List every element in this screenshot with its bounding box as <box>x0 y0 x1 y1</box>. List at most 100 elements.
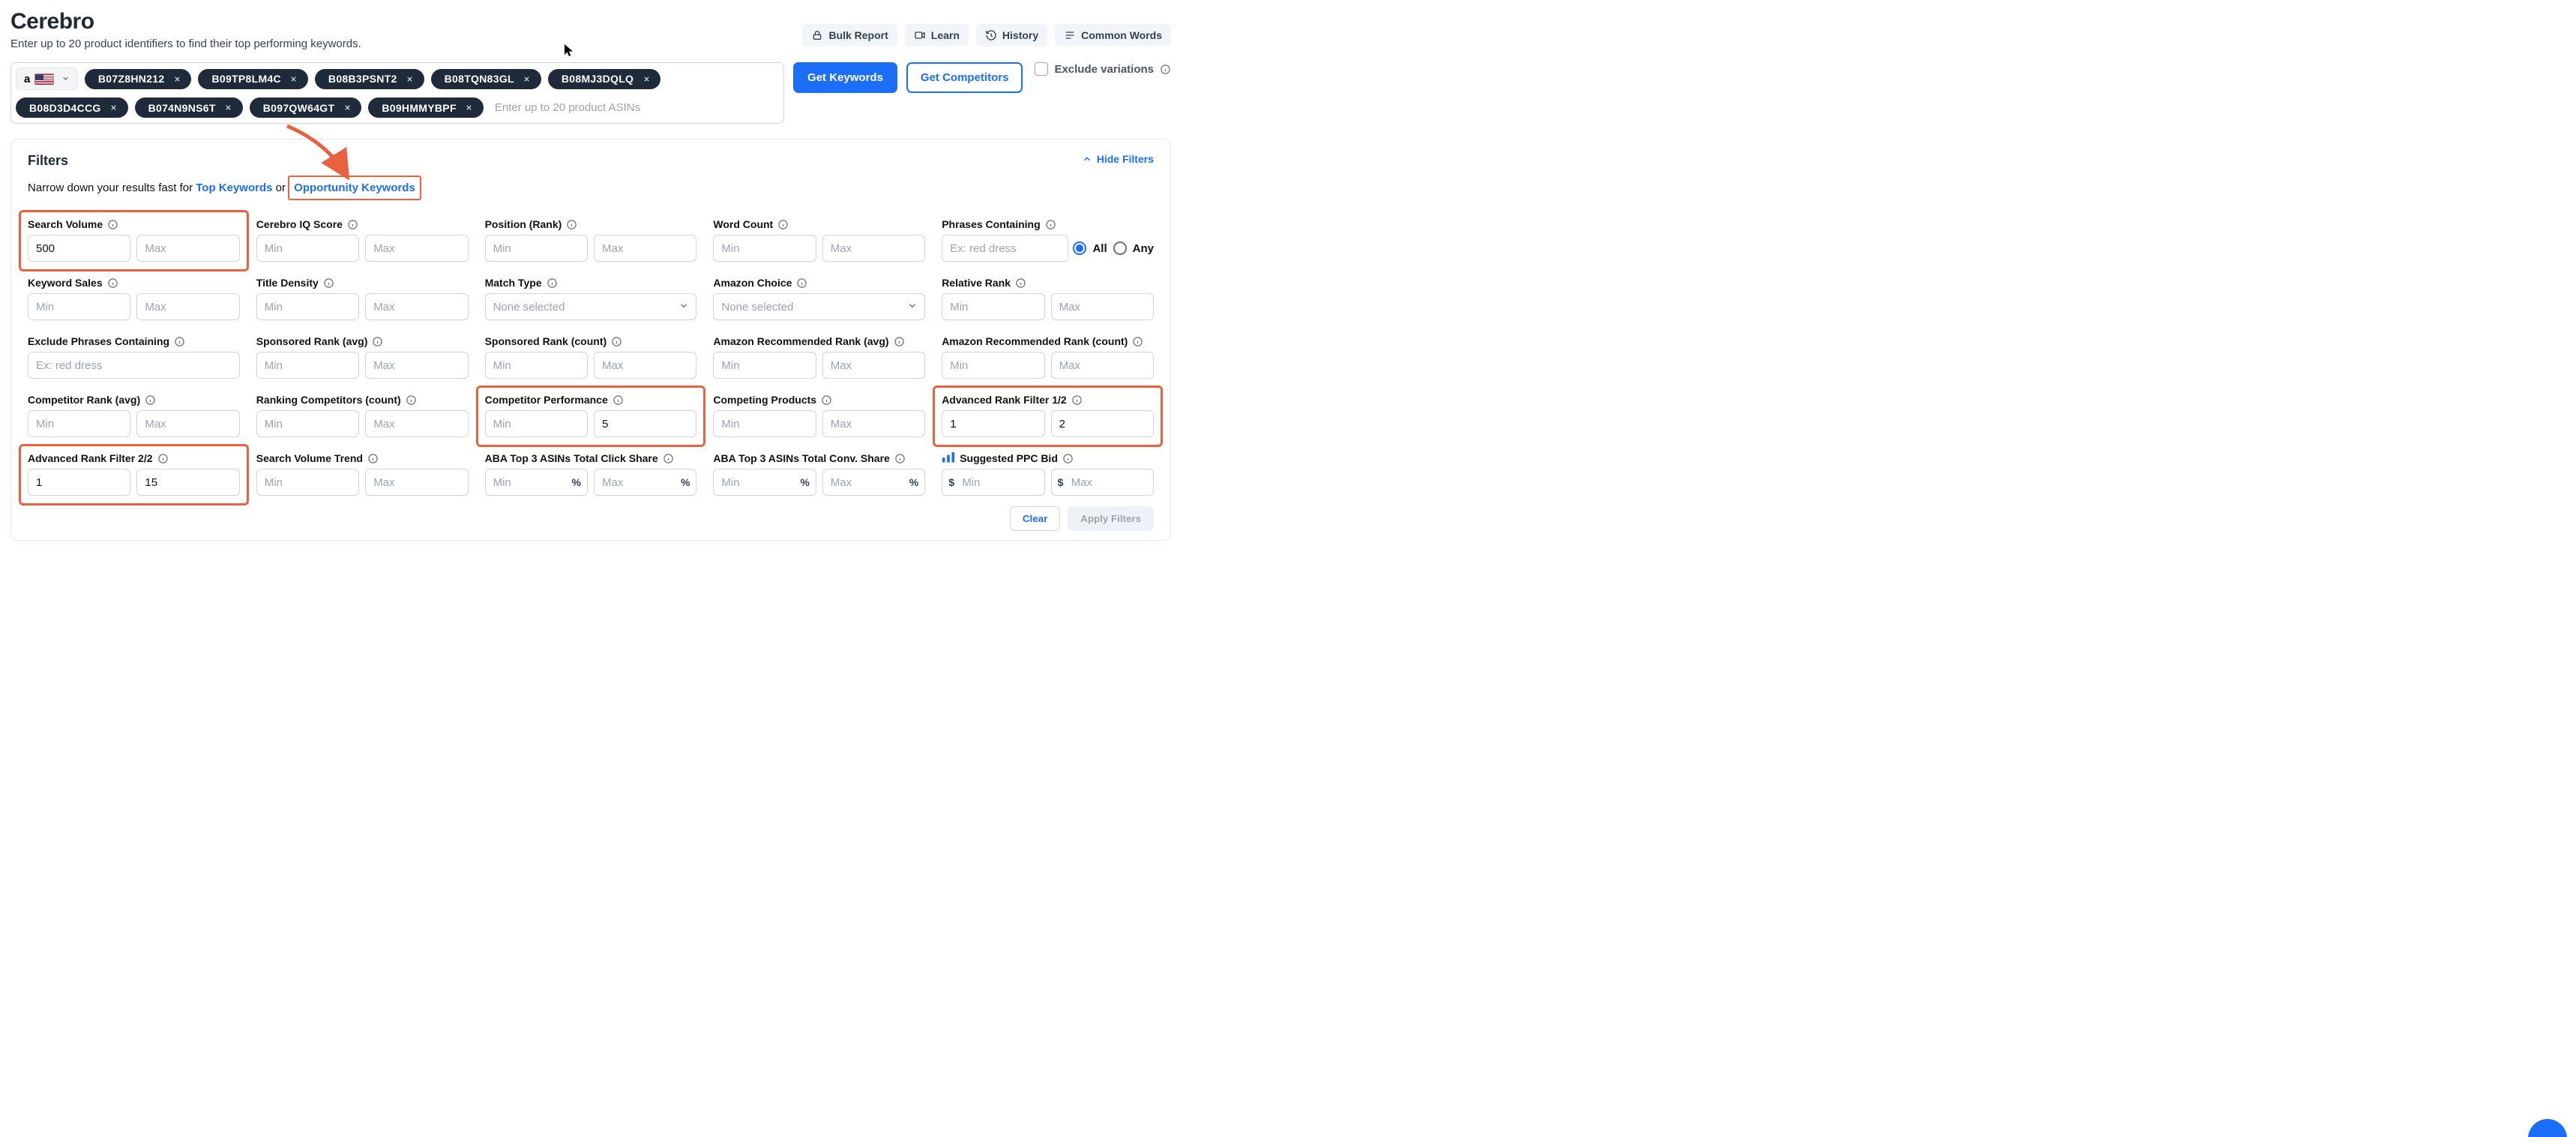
asin-input-box[interactable]: a B07Z8HN212 B09TP8LM4C B08B3PSNT2 B08TQ… <box>10 62 784 124</box>
asin-pill[interactable]: B09HMMYBPF <box>368 98 483 118</box>
ranking-competitors-min-input[interactable] <box>256 410 359 437</box>
top-keywords-link[interactable]: Top Keywords <box>196 182 272 194</box>
close-icon[interactable] <box>172 74 182 84</box>
keyword-sales-max-input[interactable] <box>136 293 239 320</box>
asin-pill[interactable]: B09TP8LM4C <box>198 69 307 89</box>
exclude-phrases-input[interactable] <box>28 352 240 379</box>
info-icon[interactable] <box>894 453 906 464</box>
word-count-max-input[interactable] <box>822 235 925 262</box>
bulk-report-button[interactable]: Bulk Report <box>802 24 897 46</box>
keyword-sales-min-input[interactable] <box>28 293 130 320</box>
match-type-select[interactable]: None selected <box>485 293 697 320</box>
asin-pill[interactable]: B08B3PSNT2 <box>315 69 424 89</box>
title-density-max-input[interactable] <box>365 293 468 320</box>
word-count-min-input[interactable] <box>713 235 816 262</box>
info-icon[interactable] <box>145 394 156 406</box>
info-icon[interactable] <box>777 219 789 230</box>
info-icon[interactable] <box>796 278 807 289</box>
suggested-bid-min-input[interactable] <box>942 469 1044 496</box>
info-icon[interactable] <box>663 453 674 464</box>
info-icon[interactable] <box>613 394 624 406</box>
amz-rec-count-min-input[interactable] <box>942 352 1044 379</box>
competitor-performance-max-input[interactable] <box>594 410 696 437</box>
amz-rec-count-max-input[interactable] <box>1051 352 1154 379</box>
sponsored-rank-count-max-input[interactable] <box>594 352 696 379</box>
info-icon[interactable] <box>1132 336 1143 347</box>
close-icon[interactable] <box>522 74 532 84</box>
radio-any[interactable] <box>1113 242 1127 255</box>
sponsored-rank-avg-min-input[interactable] <box>256 352 359 379</box>
amz-rec-avg-min-input[interactable] <box>713 352 816 379</box>
close-icon[interactable] <box>405 74 415 84</box>
info-icon[interactable] <box>157 453 169 464</box>
close-icon[interactable] <box>289 74 299 84</box>
close-icon[interactable] <box>109 103 119 113</box>
sponsored-rank-count-min-input[interactable] <box>485 352 588 379</box>
relative-rank-max-input[interactable] <box>1051 293 1154 320</box>
info-icon[interactable] <box>547 278 558 289</box>
info-icon[interactable] <box>1015 278 1026 289</box>
info-icon[interactable] <box>566 219 577 230</box>
radio-all-label[interactable]: All <box>1092 242 1107 255</box>
info-icon[interactable] <box>174 336 185 347</box>
competitor-rank-avg-max-input[interactable] <box>136 410 239 437</box>
adv-rank-2-min-input[interactable] <box>28 469 130 496</box>
ranking-competitors-max-input[interactable] <box>365 410 468 437</box>
title-density-min-input[interactable] <box>256 293 359 320</box>
adv-rank-2-max-input[interactable] <box>136 469 239 496</box>
info-icon[interactable] <box>367 453 379 464</box>
info-icon[interactable] <box>1160 64 1171 75</box>
checkbox-icon[interactable] <box>1035 62 1048 76</box>
close-icon[interactable] <box>464 103 475 113</box>
cerebro-iq-min-input[interactable] <box>256 235 359 262</box>
clear-button[interactable]: Clear <box>1010 506 1060 531</box>
sv-trend-min-input[interactable] <box>256 469 359 496</box>
search-volume-max-input[interactable] <box>136 235 239 262</box>
close-icon[interactable] <box>342 103 352 113</box>
info-icon[interactable] <box>1045 219 1056 230</box>
asin-pill[interactable]: B08D3D4CCG <box>16 98 128 118</box>
phrases-containing-input[interactable] <box>942 235 1068 262</box>
radio-all[interactable] <box>1073 242 1086 255</box>
marketplace-selector[interactable]: a <box>16 68 78 90</box>
get-competitors-button[interactable]: Get Competitors <box>906 62 1023 93</box>
asin-pill[interactable]: B07Z8HN212 <box>85 69 192 89</box>
suggested-bid-max-input[interactable] <box>1051 469 1154 496</box>
competitor-rank-avg-min-input[interactable] <box>28 410 130 437</box>
position-max-input[interactable] <box>594 235 696 262</box>
sponsored-rank-avg-max-input[interactable] <box>365 352 468 379</box>
info-icon[interactable] <box>1071 394 1083 406</box>
competitor-performance-min-input[interactable] <box>485 410 588 437</box>
learn-button[interactable]: Learn <box>905 24 969 46</box>
info-icon[interactable] <box>821 394 832 406</box>
asin-text-input[interactable] <box>490 97 777 118</box>
adv-rank-1-max-input[interactable] <box>1051 410 1154 437</box>
info-icon[interactable] <box>347 219 358 230</box>
exclude-variations-toggle[interactable]: Exclude variations <box>1035 62 1171 76</box>
info-icon[interactable] <box>611 336 622 347</box>
competing-products-min-input[interactable] <box>713 410 816 437</box>
amazon-choice-select[interactable]: None selected <box>713 293 925 320</box>
search-volume-min-input[interactable] <box>28 235 130 262</box>
sv-trend-max-input[interactable] <box>365 469 468 496</box>
chat-bubble-icon[interactable] <box>2528 1119 2567 1137</box>
info-icon[interactable] <box>107 278 118 289</box>
close-icon[interactable] <box>641 74 651 84</box>
get-keywords-button[interactable]: Get Keywords <box>793 62 897 93</box>
asin-pill[interactable]: B097QW64GT <box>250 98 362 118</box>
info-icon[interactable] <box>107 219 118 230</box>
opportunity-keywords-link[interactable]: Opportunity Keywords <box>288 176 421 200</box>
common-words-button[interactable]: Common Words <box>1055 24 1171 46</box>
relative-rank-min-input[interactable] <box>942 293 1044 320</box>
history-button[interactable]: History <box>976 24 1047 46</box>
info-icon[interactable] <box>1062 453 1074 464</box>
asin-pill[interactable]: B08MJ3DQLQ <box>548 69 660 89</box>
close-icon[interactable] <box>223 103 234 113</box>
adv-rank-1-min-input[interactable] <box>942 410 1044 437</box>
asin-pill[interactable]: B08TQN83GL <box>431 69 541 89</box>
cerebro-iq-max-input[interactable] <box>365 235 468 262</box>
hide-filters-button[interactable]: Hide Filters <box>1082 153 1154 165</box>
info-icon[interactable] <box>406 394 417 406</box>
asin-pill[interactable]: B074N9NS6T <box>135 98 243 118</box>
amz-rec-avg-max-input[interactable] <box>822 352 925 379</box>
